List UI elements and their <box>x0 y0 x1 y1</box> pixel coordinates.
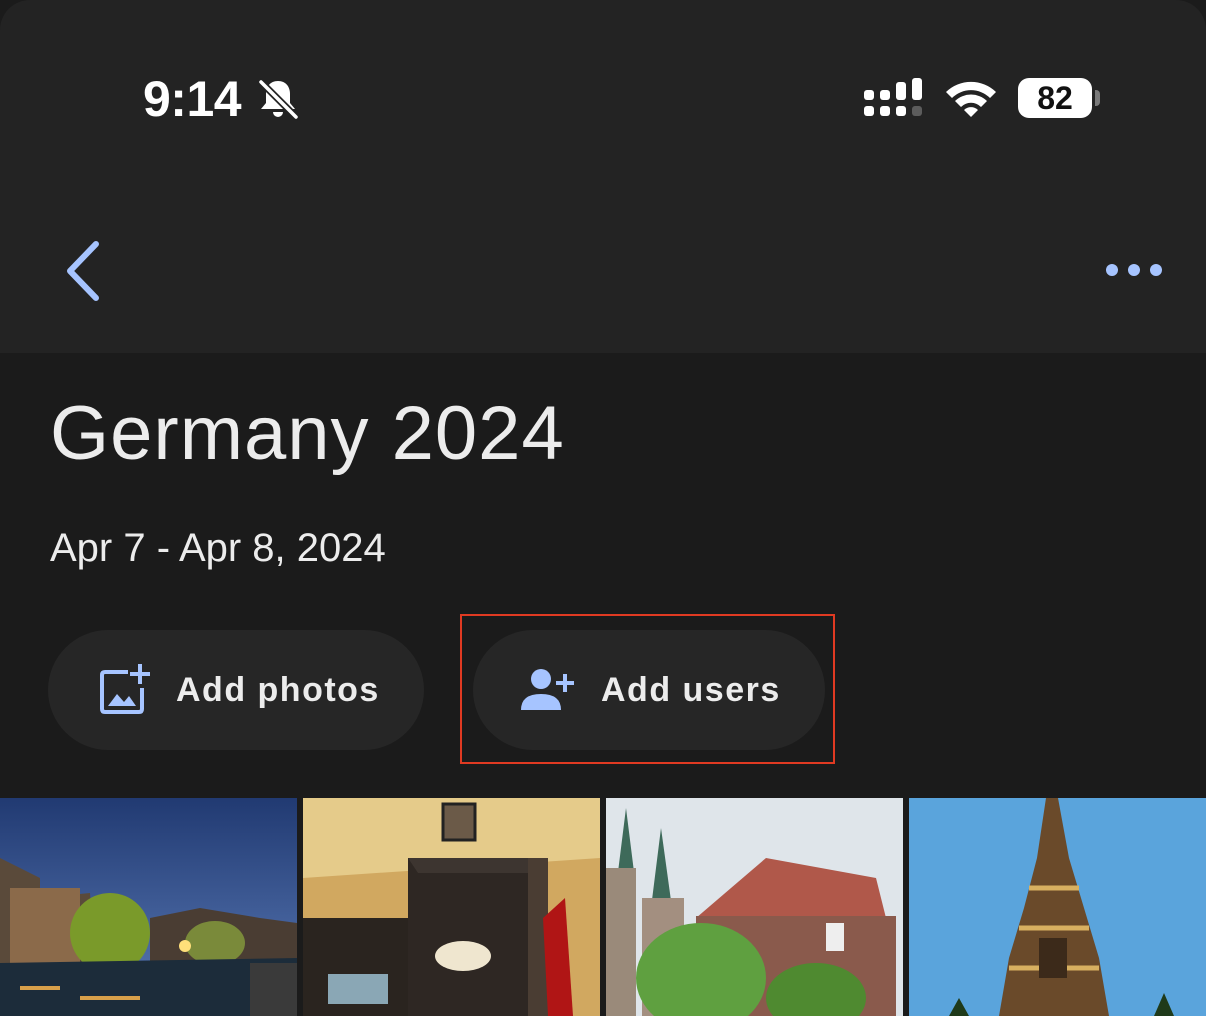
add-photo-icon <box>100 664 150 714</box>
add-user-icon <box>521 669 574 710</box>
photo-thumbnail-church[interactable] <box>606 798 903 1016</box>
photo-thumbnail-fountain[interactable] <box>909 798 1206 1016</box>
photo-thumbnail-restaurant[interactable] <box>303 798 600 1016</box>
add-photos-button[interactable]: Add photos <box>48 630 424 750</box>
chevron-left-icon <box>67 241 99 301</box>
back-button[interactable] <box>58 234 112 308</box>
battery-level: 82 <box>1018 78 1092 118</box>
cellular-signal-icon <box>864 78 922 116</box>
photo-thumbnail-river[interactable] <box>0 798 297 1016</box>
more-options-button[interactable] <box>1104 256 1166 284</box>
bell-slash-icon <box>257 78 300 121</box>
status-time: 9:14 <box>143 71 242 127</box>
battery-tip <box>1095 90 1100 106</box>
wifi-icon <box>946 81 996 117</box>
more-horizontal-icon <box>1106 264 1162 276</box>
add-users-button[interactable]: Add users <box>473 630 825 750</box>
add-photos-label: Add photos <box>176 670 380 709</box>
album-title: Germany 2024 <box>50 391 565 476</box>
album-date-range: Apr 7 - Apr 8, 2024 <box>50 526 386 570</box>
app-header <box>0 0 1206 353</box>
add-users-label: Add users <box>601 670 781 709</box>
